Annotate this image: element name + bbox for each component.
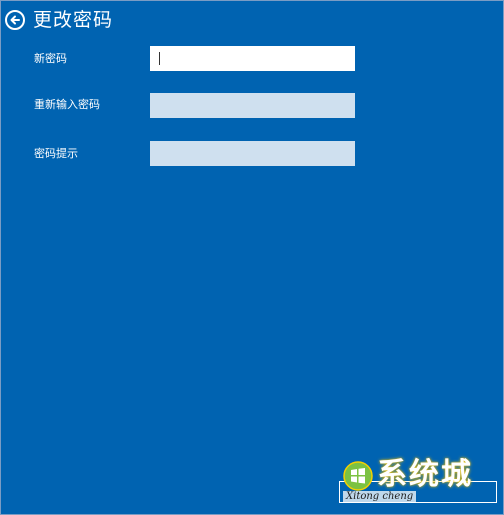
back-button[interactable]: [5, 10, 25, 30]
reenter-password-label: 重新输入密码: [34, 98, 100, 111]
back-arrow-icon: [10, 15, 20, 25]
change-password-window: 更改密码 新密码 重新输入密码 密码提示 系统城 Xitong cheng: [0, 0, 504, 515]
watermark: 系统城 Xitong cheng: [339, 457, 499, 505]
reenter-password-input[interactable]: [150, 93, 355, 118]
windows-logo-icon: [343, 461, 373, 491]
text-caret: [159, 52, 160, 65]
watermark-text: 系统城: [377, 457, 473, 492]
watermark-subtext: Xitong cheng: [343, 491, 417, 503]
new-password-label: 新密码: [34, 52, 67, 65]
new-password-input[interactable]: [150, 46, 355, 71]
header: 更改密码: [5, 5, 113, 35]
password-hint-input[interactable]: [150, 141, 355, 166]
page-title: 更改密码: [33, 9, 114, 31]
password-hint-label: 密码提示: [34, 147, 78, 160]
